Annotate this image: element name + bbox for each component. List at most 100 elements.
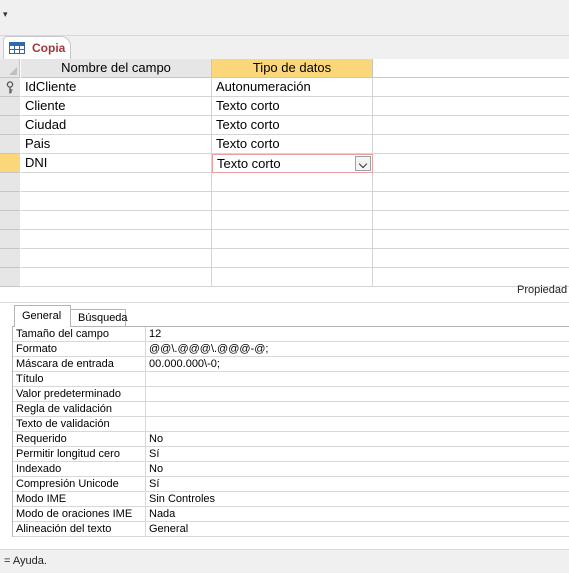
- property-value[interactable]: @@\.@@@\.@@@-@;: [146, 342, 569, 357]
- property-row[interactable]: Modo de oraciones IME Nada: [12, 507, 569, 522]
- property-row[interactable]: Modo IME Sin Controles: [12, 492, 569, 507]
- data-type-cell[interactable]: Texto corto: [212, 135, 373, 154]
- table-row[interactable]: [0, 211, 569, 230]
- property-row[interactable]: Tamaño del campo 12: [12, 327, 569, 342]
- table-row[interactable]: Pais Texto corto: [0, 135, 569, 154]
- row-selector[interactable]: [0, 249, 20, 268]
- property-row[interactable]: Requerido No: [12, 432, 569, 447]
- row-selector[interactable]: [0, 116, 20, 135]
- table-row[interactable]: Ciudad Texto corto: [0, 116, 569, 135]
- property-row[interactable]: Máscara de entrada 00.000.000\-0;: [12, 357, 569, 372]
- property-value[interactable]: No: [146, 462, 569, 477]
- chevron-down-icon[interactable]: [355, 156, 371, 171]
- property-row[interactable]: Texto de validación: [12, 417, 569, 432]
- property-label: Requerido: [12, 432, 146, 447]
- property-value[interactable]: Sí: [146, 477, 569, 492]
- data-type-cell[interactable]: Autonumeración: [212, 78, 373, 97]
- data-type-cell[interactable]: [212, 249, 373, 268]
- row-selector[interactable]: [0, 97, 20, 116]
- header-field-name[interactable]: Nombre del campo: [21, 59, 212, 78]
- field-name-cell[interactable]: [21, 268, 212, 287]
- field-design-grid: Nombre del campo Tipo de datos IdCliente…: [0, 59, 569, 287]
- table-row[interactable]: IdCliente Autonumeración: [0, 78, 569, 97]
- row-selector[interactable]: [0, 211, 20, 230]
- property-label: Compresión Unicode: [12, 477, 146, 492]
- property-value[interactable]: [146, 417, 569, 432]
- header-description[interactable]: [373, 59, 569, 78]
- data-type-cell[interactable]: [212, 268, 373, 287]
- description-cell[interactable]: [373, 249, 569, 268]
- row-selector[interactable]: [0, 135, 20, 154]
- description-cell[interactable]: [373, 173, 569, 192]
- table-row[interactable]: [0, 268, 569, 287]
- description-cell[interactable]: [373, 154, 569, 173]
- field-name-cell[interactable]: [21, 249, 212, 268]
- property-row[interactable]: Formato @@\.@@@\.@@@-@;: [12, 342, 569, 357]
- property-value[interactable]: Sí: [146, 447, 569, 462]
- property-label: Regla de validación: [12, 402, 146, 417]
- table-row[interactable]: [0, 230, 569, 249]
- property-value[interactable]: 00.000.000\-0;: [146, 357, 569, 372]
- tab-busqueda[interactable]: Búsqueda: [70, 309, 128, 326]
- table-row[interactable]: DNI Texto corto: [0, 154, 569, 173]
- field-name-cell[interactable]: [21, 192, 212, 211]
- status-bar: = Ayuda.: [0, 549, 569, 573]
- property-value[interactable]: No: [146, 432, 569, 447]
- field-name-cell[interactable]: [21, 173, 212, 192]
- row-selector[interactable]: [0, 192, 20, 211]
- field-name-cell[interactable]: [21, 211, 212, 230]
- header-data-type[interactable]: Tipo de datos: [212, 59, 373, 78]
- description-cell[interactable]: [373, 192, 569, 211]
- property-value[interactable]: [146, 372, 569, 387]
- property-row[interactable]: Valor predeterminado: [12, 387, 569, 402]
- table-row[interactable]: [0, 192, 569, 211]
- description-cell[interactable]: [373, 97, 569, 116]
- property-row[interactable]: Regla de validación: [12, 402, 569, 417]
- document-tab-copia[interactable]: Copia: [3, 36, 71, 60]
- property-value[interactable]: Sin Controles: [146, 492, 569, 507]
- field-name-cell[interactable]: IdCliente: [21, 78, 212, 97]
- description-cell[interactable]: [373, 135, 569, 154]
- tab-general[interactable]: General: [14, 305, 71, 327]
- data-type-cell[interactable]: [212, 173, 373, 192]
- table-row[interactable]: Cliente Texto corto: [0, 97, 569, 116]
- select-all-corner[interactable]: [0, 59, 20, 78]
- field-name-cell[interactable]: [21, 230, 212, 249]
- description-cell[interactable]: [373, 78, 569, 97]
- row-selector[interactable]: [0, 268, 20, 287]
- property-value[interactable]: [146, 402, 569, 417]
- property-value[interactable]: [146, 387, 569, 402]
- property-row[interactable]: Título: [12, 372, 569, 387]
- data-type-cell[interactable]: Texto corto: [212, 97, 373, 116]
- row-selector[interactable]: [0, 230, 20, 249]
- description-cell[interactable]: [373, 116, 569, 135]
- data-type-value: Texto corto: [216, 136, 280, 151]
- property-value[interactable]: Nada: [146, 507, 569, 522]
- property-value[interactable]: General: [146, 522, 569, 537]
- field-name-cell[interactable]: Pais: [21, 135, 212, 154]
- data-type-cell[interactable]: Texto corto: [212, 154, 373, 173]
- property-row[interactable]: Compresión Unicode Sí: [12, 477, 569, 492]
- data-type-cell[interactable]: [212, 192, 373, 211]
- field-name-cell[interactable]: Ciudad: [21, 116, 212, 135]
- row-selector[interactable]: [0, 78, 20, 97]
- property-value[interactable]: 12: [146, 327, 569, 342]
- data-type-value: Texto corto: [216, 98, 280, 113]
- table-row[interactable]: [0, 173, 569, 192]
- property-row[interactable]: Alineación del texto General: [12, 522, 569, 537]
- property-label: Máscara de entrada: [12, 357, 146, 372]
- data-type-cell[interactable]: Texto corto: [212, 116, 373, 135]
- row-selector[interactable]: [0, 154, 20, 173]
- description-cell[interactable]: [373, 230, 569, 249]
- table-row[interactable]: [0, 249, 569, 268]
- field-name-cell[interactable]: DNI: [21, 154, 212, 173]
- property-row[interactable]: Permitir longitud cero Sí: [12, 447, 569, 462]
- data-type-cell[interactable]: [212, 230, 373, 249]
- data-type-value: Texto corto: [216, 117, 280, 132]
- row-selector[interactable]: [0, 173, 20, 192]
- property-row[interactable]: Indexado No: [12, 462, 569, 477]
- description-cell[interactable]: [373, 211, 569, 230]
- data-type-cell[interactable]: [212, 211, 373, 230]
- field-name-cell[interactable]: Cliente: [21, 97, 212, 116]
- customize-toolbar-icon[interactable]: ▾: [3, 9, 8, 19]
